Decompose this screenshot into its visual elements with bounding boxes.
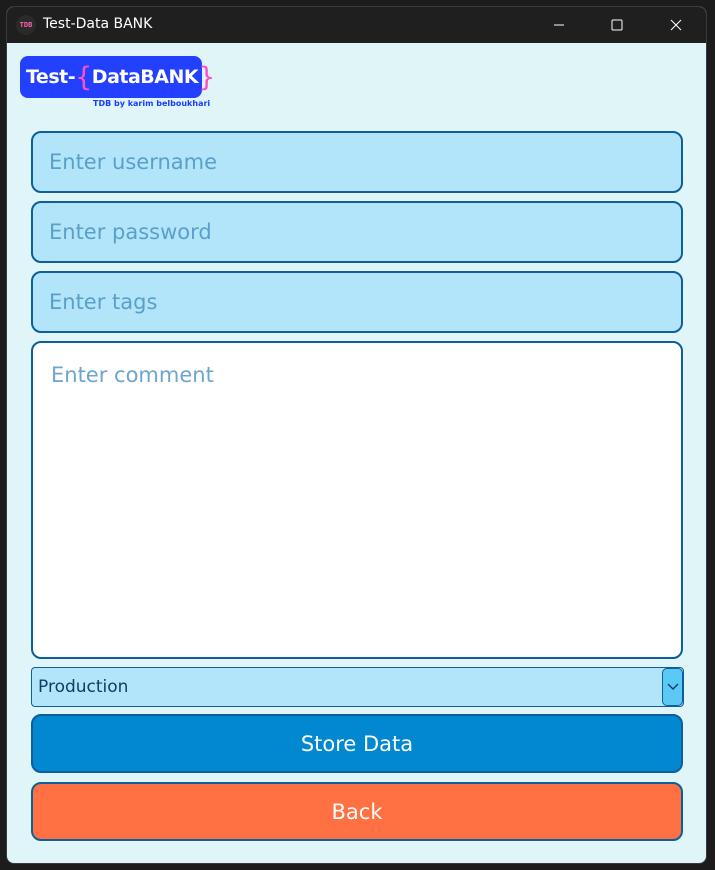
store-data-button[interactable]: Store Data (31, 714, 683, 773)
logo-badge: Test- { DataBANK } (20, 56, 215, 98)
app-logo: Test- { DataBANK } TDB by karim belboukh… (20, 56, 215, 118)
dropdown-toggle[interactable] (662, 668, 683, 706)
environment-selected-value: Production (38, 677, 129, 697)
back-label: Back (331, 799, 383, 824)
logo-subtitle: TDB by karim belboukhari (93, 99, 211, 108)
logo-close-brace: } (198, 61, 215, 93)
logo-open-brace: { (75, 61, 92, 93)
chevron-down-icon (667, 683, 678, 690)
logo-prefix: Test- (26, 66, 76, 88)
minimize-icon (554, 24, 564, 26)
close-icon (670, 19, 682, 31)
main-content: Test- { DataBANK } TDB by karim belboukh… (7, 43, 706, 863)
store-data-label: Store Data (300, 731, 414, 756)
minimize-button[interactable] (530, 7, 588, 43)
logo-name: DataBANK (91, 66, 199, 88)
comment-textarea[interactable] (51, 363, 663, 637)
close-button[interactable] (647, 7, 705, 43)
title-bar[interactable]: TDB Test-Data BANK (7, 7, 706, 43)
username-input[interactable] (49, 150, 681, 174)
window-title: Test-Data BANK (43, 16, 153, 32)
comment-field[interactable] (31, 341, 683, 659)
maximize-icon (611, 19, 623, 31)
app-icon: TDB (16, 15, 36, 35)
username-field[interactable] (31, 131, 683, 193)
maximize-button[interactable] (588, 7, 646, 43)
app-window: TDB Test-Data BANK Test- { DataBANK } TD… (6, 6, 707, 864)
environment-select[interactable]: Production (31, 667, 684, 707)
password-input[interactable] (49, 220, 681, 244)
password-field[interactable] (31, 201, 683, 263)
tags-input[interactable] (49, 290, 681, 314)
back-button[interactable]: Back (31, 782, 683, 841)
tags-field[interactable] (31, 271, 683, 333)
